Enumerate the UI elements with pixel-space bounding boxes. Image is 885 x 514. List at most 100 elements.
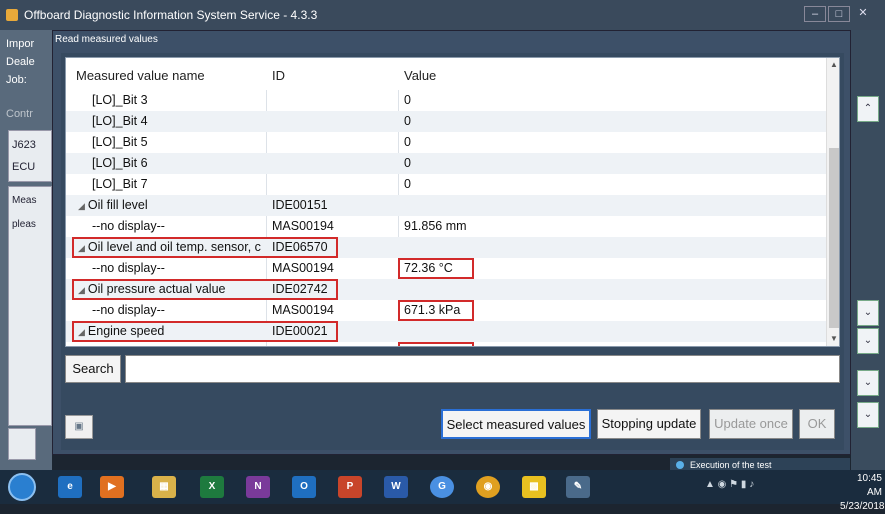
ok-button[interactable]: OK xyxy=(799,409,835,439)
table-row[interactable]: --no display-- MAS00194 72.36 °C xyxy=(66,258,826,279)
highlight-box xyxy=(72,279,338,300)
minimize-button[interactable]: – xyxy=(804,6,826,22)
info-icon xyxy=(676,461,684,469)
outlook-icon[interactable]: O xyxy=(292,476,316,498)
highlight-box xyxy=(398,258,474,279)
cell-id: IDE00151 xyxy=(272,198,328,212)
stopping-update-button[interactable]: Stopping update xyxy=(597,409,701,439)
measured-value-name: [LO]_Bit 4 xyxy=(92,114,148,128)
scrollbar-thumb[interactable] xyxy=(829,148,839,328)
table-scrollbar[interactable]: ▲ ▼ xyxy=(826,58,839,346)
table-row[interactable]: ◢ Oil fill level IDE00151 xyxy=(66,195,826,216)
table-row[interactable]: [LO]_Bit 4 0 xyxy=(66,111,826,132)
app-titlebar: Offboard Diagnostic Information System S… xyxy=(0,0,885,30)
message-box: Meas pleas xyxy=(8,186,52,426)
cell-name: [LO]_Bit 3 xyxy=(92,93,148,107)
file-explorer-icon[interactable]: ▦ xyxy=(152,476,176,498)
table-row[interactable]: --no display--MAS001943525 1/min xyxy=(66,342,826,346)
dealer-label: Deale xyxy=(6,56,35,68)
select-measured-values-button[interactable]: Select measured values xyxy=(441,409,591,439)
column-header-value[interactable]: Value xyxy=(404,68,436,83)
paint-icon[interactable]: ✎ xyxy=(566,476,590,498)
table-row[interactable]: [LO]_Bit 5 0 xyxy=(66,132,826,153)
background-left-panel: Impor Deale Job: Contr J623 ECU Meas ple… xyxy=(0,30,52,470)
word-icon[interactable]: W xyxy=(384,476,408,498)
measured-value-name: --no display-- xyxy=(92,345,165,346)
cell-value: 0 xyxy=(404,135,411,149)
ecu-id-label: J623 xyxy=(12,139,36,151)
search-row: Search xyxy=(65,355,840,385)
cell-name: [LO]_Bit 4 xyxy=(92,114,148,128)
cell-name: [LO]_Bit 7 xyxy=(92,177,148,191)
cell-value: 91.856 mm xyxy=(404,219,467,233)
expand-triangle-icon[interactable]: ◢ xyxy=(78,201,85,211)
import-label: Impor xyxy=(6,38,35,50)
table-row[interactable]: --no display-- MAS00194 91.856 mm xyxy=(66,216,826,237)
cell-name: [LO]_Bit 6 xyxy=(92,156,148,170)
search-input[interactable] xyxy=(125,355,840,383)
cell-name: --no display-- xyxy=(92,303,165,317)
measured-value-name: Oil fill level xyxy=(87,198,148,212)
notification-text: Execution of the test xyxy=(690,460,772,470)
cell-name: --no display-- xyxy=(92,261,165,275)
maximize-button[interactable]: □ xyxy=(828,6,850,22)
search-button[interactable]: Search xyxy=(65,355,121,383)
cell-id: MAS00194 xyxy=(272,345,334,346)
system-tray-icons[interactable]: ▲ ◉ ⚑ ▮ ♪ xyxy=(705,479,754,490)
powerpoint-icon[interactable]: P xyxy=(338,476,362,498)
cell-value: 0 xyxy=(404,177,411,191)
cell-name: --no display-- xyxy=(92,219,165,233)
dialog-button-bar: ▣ Select measured values Stopping update… xyxy=(61,403,844,443)
column-header-name[interactable]: Measured value name xyxy=(76,68,205,83)
table-row[interactable]: ◢ Engine speed IDE00021 xyxy=(66,321,826,342)
scroll-down-button-1[interactable]: ⌄ xyxy=(857,300,879,326)
ecu-label: ECU xyxy=(12,161,36,173)
close-button[interactable]: ✕ xyxy=(852,6,874,22)
internet-explorer-icon[interactable]: e xyxy=(58,476,82,498)
scroll-up-arrow-icon[interactable]: ▲ xyxy=(827,58,839,72)
table-row[interactable]: ◢ Oil pressure actual value IDE02742 xyxy=(66,279,826,300)
scroll-down-button-3[interactable]: ⌄ xyxy=(857,370,879,396)
scroll-down-arrow-icon[interactable]: ▼ xyxy=(827,332,839,346)
windows-taskbar: e ▶ ▦ X N O P W G ◉ ▩ ✎ ▲ ◉ ⚑ ▮ ♪ 10:45 … xyxy=(0,470,885,512)
cell-id: MAS00194 xyxy=(272,261,334,275)
table-row[interactable]: ◢ Oil level and oil temp. sensor, c IDE065… xyxy=(66,237,826,258)
table-row[interactable]: [LO]_Bit 6 0 xyxy=(66,153,826,174)
chrome-icon[interactable]: ◉ xyxy=(476,476,500,498)
cell-name: ◢ Oil fill level xyxy=(78,198,148,212)
cell-value: 0 xyxy=(404,156,411,170)
highlight-box xyxy=(398,342,474,346)
scroll-down-button-2[interactable]: ⌄ xyxy=(857,328,879,354)
job-label: Job: xyxy=(6,74,27,86)
cell-id: MAS00194 xyxy=(272,219,334,233)
start-button[interactable] xyxy=(8,473,36,501)
scroll-down-button-4[interactable]: ⌄ xyxy=(857,402,879,428)
settings-icon[interactable]: ▣ xyxy=(65,415,93,439)
message-label: Meas xyxy=(12,195,37,206)
media-player-icon[interactable]: ▶ xyxy=(100,476,124,498)
onenote-icon[interactable]: N xyxy=(246,476,270,498)
taskbar-clock[interactable]: 10:45 AM 5/23/2018 xyxy=(840,472,885,514)
dialog-body: Measured value name ID Value [LO]_Bit 3 0… xyxy=(61,53,844,450)
document-icon[interactable] xyxy=(8,428,36,460)
update-once-button[interactable]: Update once xyxy=(709,409,793,439)
table-header: Measured value name ID Value xyxy=(66,58,826,90)
measured-value-name: [LO]_Bit 7 xyxy=(92,177,148,191)
diagnostic-app-icon[interactable]: ▩ xyxy=(522,476,546,498)
excel-icon[interactable]: X xyxy=(200,476,224,498)
table-row[interactable]: --no display-- MAS00194 671.3 kPa xyxy=(66,300,826,321)
read-measured-values-dialog: Read measured values Measured value name… xyxy=(52,30,851,455)
column-header-id[interactable]: ID xyxy=(272,68,285,83)
highlight-box xyxy=(398,300,474,321)
clock-date: 5/23/2018 xyxy=(840,501,885,512)
table-row[interactable]: [LO]_Bit 3 0 xyxy=(66,90,826,111)
cell-name: --no display-- xyxy=(92,345,165,346)
measured-value-name: --no display-- xyxy=(92,261,165,275)
background-right-panel: ⌃ ⌄ ⌄ ⌄ ⌄ xyxy=(851,30,885,470)
scroll-up-button[interactable]: ⌃ xyxy=(857,96,879,122)
google-icon[interactable]: G xyxy=(430,476,454,498)
measured-value-name: [LO]_Bit 5 xyxy=(92,135,148,149)
ecu-box: J623 ECU xyxy=(8,130,52,182)
table-row[interactable]: [LO]_Bit 7 0 xyxy=(66,174,826,195)
app-title: Offboard Diagnostic Information System S… xyxy=(24,8,318,22)
